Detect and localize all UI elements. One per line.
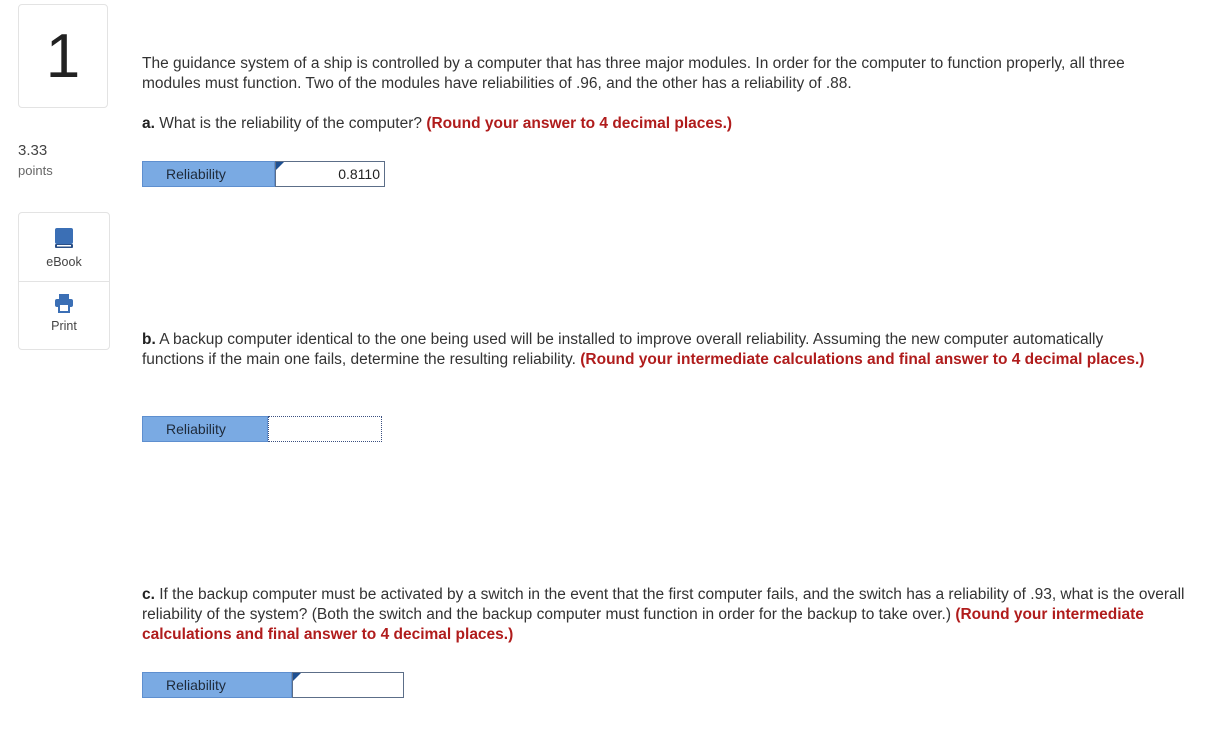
part-b-answer-input[interactable] bbox=[268, 416, 382, 442]
ebook-button[interactable]: eBook bbox=[19, 227, 109, 269]
tools-divider bbox=[19, 281, 109, 282]
part-a-answer-value: 0.8110 bbox=[338, 166, 380, 182]
part-b-answer-row: Reliability bbox=[142, 416, 382, 442]
print-label: Print bbox=[51, 319, 77, 333]
part-c-question: c. If the backup computer must be activa… bbox=[142, 585, 1192, 645]
tools-panel: eBook Print bbox=[18, 212, 110, 350]
part-a-hint: (Round your answer to 4 decimal places.) bbox=[426, 115, 733, 132]
part-b-hint: (Round your intermediate calculations an… bbox=[580, 351, 1145, 368]
part-c-answer-row: Reliability bbox=[142, 672, 404, 698]
points-value: 3.33 bbox=[18, 142, 48, 159]
print-button[interactable]: Print bbox=[19, 293, 109, 333]
part-a-label: a. bbox=[142, 115, 155, 132]
part-b-answer-label: Reliability bbox=[142, 416, 268, 442]
part-a-answer-input[interactable]: 0.8110 bbox=[275, 161, 385, 187]
part-c-label: c. bbox=[142, 586, 155, 603]
part-b-label: b. bbox=[142, 331, 156, 348]
answer-flag-icon bbox=[293, 673, 301, 681]
ebook-label: eBook bbox=[46, 255, 82, 269]
part-c-answer-label: Reliability bbox=[142, 672, 292, 698]
answer-flag-icon bbox=[276, 162, 284, 170]
part-c-answer-input[interactable] bbox=[292, 672, 404, 698]
problem-intro: The guidance system of a ship is control… bbox=[142, 54, 1142, 94]
part-a-answer-label: Reliability bbox=[142, 161, 275, 187]
question-number: 1 bbox=[18, 4, 108, 108]
printer-icon bbox=[55, 294, 73, 313]
problem-intro-text: The guidance system of a ship is control… bbox=[142, 55, 1125, 92]
part-a-question: a. What is the reliability of the comput… bbox=[142, 114, 1142, 134]
part-b-question: b. A backup computer identical to the on… bbox=[142, 330, 1162, 370]
book-icon bbox=[55, 228, 73, 248]
part-a-answer-row: Reliability 0.8110 bbox=[142, 161, 385, 187]
points-label: points bbox=[18, 163, 53, 178]
part-a-text: What is the reliability of the computer? bbox=[159, 115, 423, 132]
